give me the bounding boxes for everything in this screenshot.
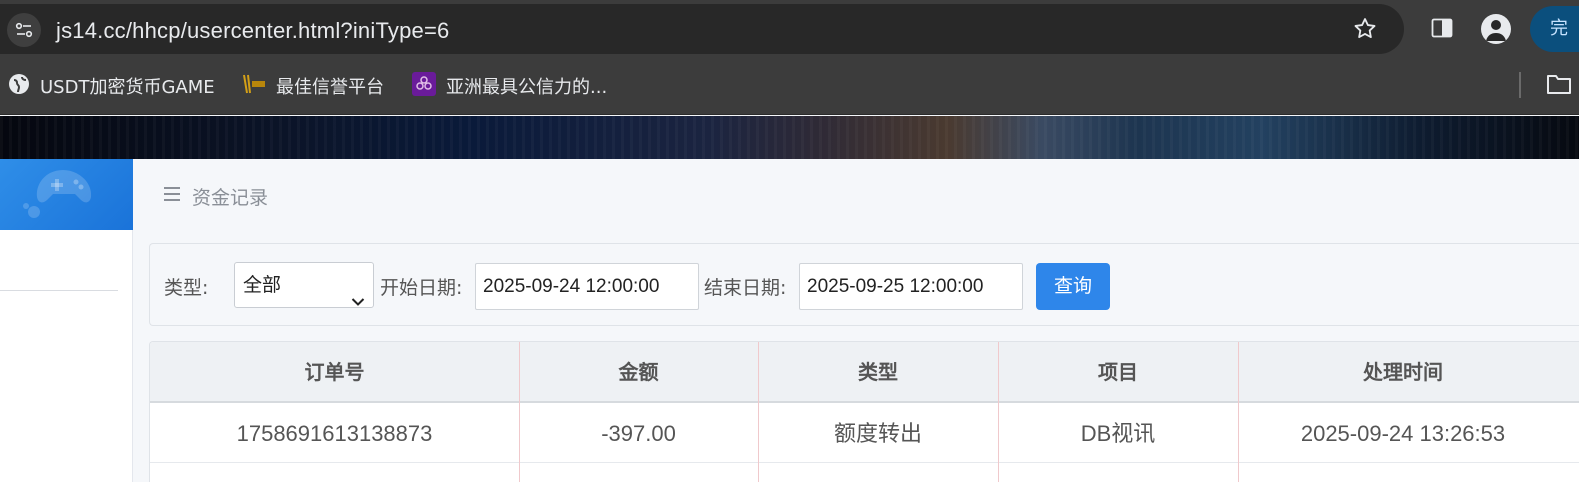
site-banner: [0, 116, 1579, 159]
query-button[interactable]: 查询: [1036, 263, 1110, 310]
sidebar-divider: [0, 290, 118, 291]
cell-item: DB视讯: [1080, 421, 1156, 446]
address-bar[interactable]: js14.cc/hhcp/usercenter.html?iniType=6: [0, 4, 1404, 54]
cell-process-time: 2025-09-24 13:26:53: [1300, 421, 1506, 446]
gamepad-icon: [23, 170, 92, 218]
menu-icon[interactable]: [164, 187, 180, 201]
flower-icon: [412, 71, 436, 101]
bookmark-asia-credible[interactable]: 亚洲最具公信力的...: [412, 71, 608, 101]
cell-order-no: 1758691613138873: [236, 421, 433, 446]
column-header-item[interactable]: 项目: [998, 342, 1238, 403]
column-divider: [998, 342, 999, 482]
page-header: 资金记录: [134, 159, 1579, 230]
cell-type: 额度转出: [833, 421, 922, 446]
browser-toolbar: js14.cc/hhcp/usercenter.html?iniType=6 完: [0, 0, 1579, 60]
star-icon[interactable]: [1352, 16, 1378, 46]
column-header-process-time[interactable]: 处理时间: [1238, 342, 1568, 403]
game-logo-icon: [242, 73, 266, 100]
bookmarks-bar: USDT加密货币GAME 最佳信誉平台 亚洲最具公信力的...: [0, 60, 1579, 115]
column-header-order-no[interactable]: 订单号: [150, 342, 519, 403]
side-panel-icon[interactable]: [1430, 16, 1454, 44]
column-divider: [758, 342, 759, 482]
table-row[interactable]: 1758691613138873 -397.00 额度转出 DB视讯 2025-…: [150, 405, 1579, 463]
site-info-icon[interactable]: [7, 13, 41, 47]
column-divider: [519, 342, 520, 482]
url-text[interactable]: js14.cc/hhcp/usercenter.html?iniType=6: [56, 18, 449, 44]
globe-icon: [8, 73, 30, 100]
end-date-label: 结束日期:: [704, 277, 787, 299]
chevron-down-icon: [351, 279, 365, 323]
end-date-input[interactable]: 2025-09-25 12:00:00: [799, 263, 1023, 310]
column-divider: [1238, 342, 1239, 482]
column-header-amount[interactable]: 金额: [519, 342, 758, 403]
sidebar: [0, 159, 133, 482]
page-title: 资金记录: [192, 187, 269, 209]
start-date-label: 开始日期:: [380, 277, 463, 299]
type-label: 类型:: [164, 277, 209, 299]
type-select[interactable]: 全部: [234, 262, 374, 308]
bookmark-label: 最佳信誉平台: [276, 77, 384, 98]
sidebar-header: [0, 159, 133, 230]
column-header-type[interactable]: 类型: [758, 342, 998, 403]
type-select-value: 全部: [243, 274, 282, 296]
folder-icon[interactable]: [1546, 73, 1572, 99]
start-date-input[interactable]: 2025-09-24 12:00:00: [475, 263, 699, 310]
filter-panel: 类型: 全部 开始日期: 2025-09-24 12:00:00 结束日期: 2…: [149, 243, 1579, 326]
bookmark-label: 亚洲最具公信力的...: [446, 77, 608, 98]
profile-icon[interactable]: [1481, 14, 1511, 44]
bookmark-usdt-game[interactable]: USDT加密货币GAME: [8, 73, 215, 99]
cell-amount: -397.00: [601, 421, 676, 446]
bookmarks-divider: [1519, 72, 1521, 98]
fund-records-table: 订单号 金额 类型 项目 处理时间 1758691613138873 -397.…: [149, 341, 1579, 482]
table-header: 订单号 金额 类型 项目 处理时间: [150, 342, 1579, 403]
bookmark-label: USDT加密货币GAME: [40, 77, 215, 98]
bookmark-best-platform[interactable]: 最佳信誉平台: [242, 73, 384, 99]
done-button[interactable]: 完: [1530, 6, 1579, 52]
